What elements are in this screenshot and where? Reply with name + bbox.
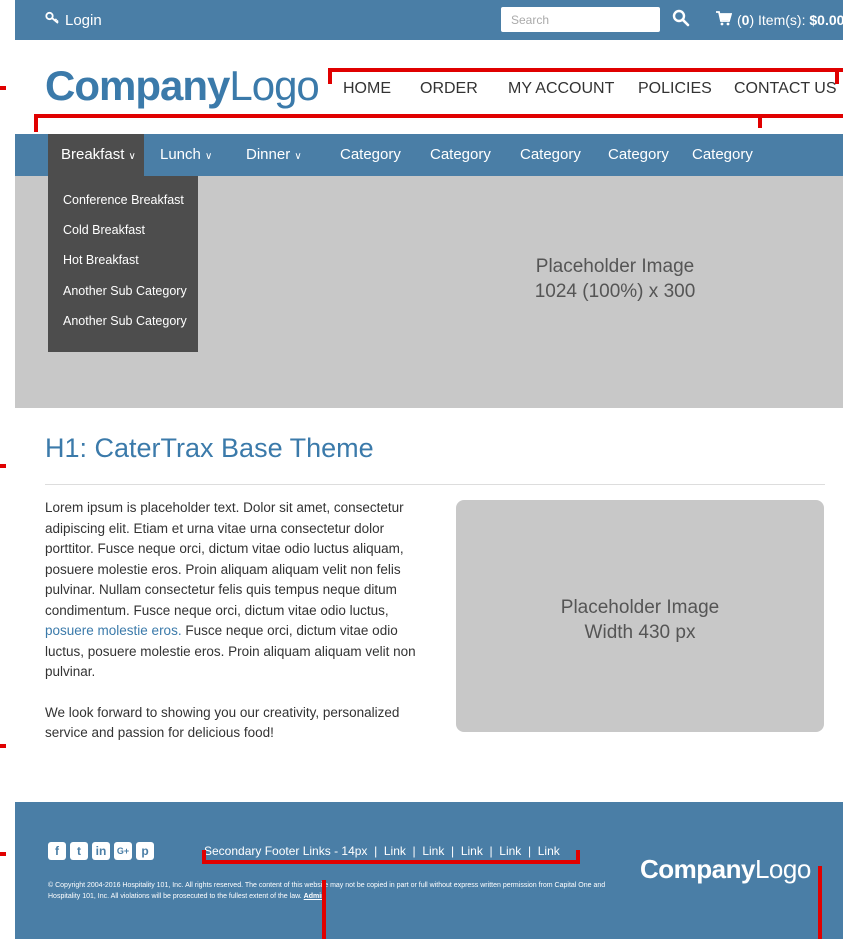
chevron-down-icon: ∨ <box>205 151 213 162</box>
dropdown-item[interactable]: Another Sub Category <box>63 314 187 328</box>
category-label: Breakfast <box>61 146 125 163</box>
facebook-icon[interactable]: f <box>48 842 66 860</box>
category-item[interactable]: Category <box>520 146 581 163</box>
category-item[interactable]: Category <box>608 146 669 163</box>
hero-line-2: 1024 (100%) x 300 <box>534 281 696 302</box>
twitter-icon[interactable]: t <box>70 842 88 860</box>
category-breakfast[interactable]: Breakfast ∨ <box>61 146 136 163</box>
body-text: Lorem ipsum is placeholder text. Dolor s… <box>45 498 435 744</box>
annotation-edge-mark <box>0 852 6 856</box>
cart-count: 0 <box>741 12 750 28</box>
footer-link[interactable]: Link <box>384 844 406 858</box>
footer: f t in G+ p Secondary Footer Links - 14p… <box>15 802 843 939</box>
login-label: Login <box>65 11 102 29</box>
cart-link[interactable]: (0) Item(s): $0.00 <box>715 11 843 29</box>
annotation-bracket-bottom-mid-tick <box>758 114 762 128</box>
content-placeholder-text: Placeholder Image Width 430 px <box>456 595 824 645</box>
annotation-bracket-bottom <box>34 114 843 118</box>
dropdown-item[interactable]: Another Sub Category <box>63 284 187 298</box>
chevron-down-icon: ∨ <box>128 151 136 162</box>
login-link[interactable]: Login <box>45 11 102 29</box>
secondary-footer-links: Secondary Footer Links - 14px | Link | L… <box>204 844 560 858</box>
search-icon[interactable] <box>672 9 692 29</box>
image-line-2: Width 430 px <box>584 622 696 643</box>
nav-item-my-account[interactable]: MY ACCOUNT <box>508 80 614 98</box>
key-icon <box>45 11 59 29</box>
category-item[interactable]: Category <box>340 146 401 163</box>
paragraph-1-text: Lorem ipsum is placeholder text. Dolor s… <box>45 500 404 618</box>
category-list: Breakfast ∨ Lunch ∨ Dinner ∨ Category Ca… <box>0 134 843 176</box>
secondary-footer-label[interactable]: Secondary Footer Links - 14px <box>204 844 367 858</box>
annotation-bracket-left-tick <box>328 68 332 84</box>
footer-link[interactable]: Link <box>422 844 444 858</box>
annotation-footer-links-bracket <box>202 860 580 864</box>
copyright-body: © Copyright 2004-2016 Hospitality 101, I… <box>48 882 606 900</box>
hero-line-1: Placeholder Image <box>535 256 695 277</box>
top-bar: Login (0) Item(s): $0.00 <box>15 0 843 40</box>
pinterest-icon[interactable]: p <box>136 842 154 860</box>
dropdown-item[interactable]: Cold Breakfast <box>63 223 145 237</box>
dropdown-item[interactable]: Hot Breakfast <box>63 253 139 267</box>
google-plus-icon[interactable]: G+ <box>114 842 132 860</box>
linkedin-icon[interactable]: in <box>92 842 110 860</box>
category-item[interactable]: Category <box>430 146 491 163</box>
main-nav: HOME ORDER MY ACCOUNT POLICIES CONTACT U… <box>0 80 843 100</box>
nav-item-order[interactable]: ORDER <box>420 80 478 98</box>
dropdown-item[interactable]: Conference Breakfast <box>63 193 184 207</box>
category-label: Dinner <box>246 146 291 163</box>
footer-logo-logo-text: Logo <box>754 854 811 884</box>
category-label: Lunch <box>160 146 201 163</box>
category-lunch[interactable]: Lunch ∨ <box>160 146 212 163</box>
annotation-bracket-bottom-left-tick <box>34 114 38 132</box>
cart-icon <box>715 11 733 29</box>
social-icons: f t in G+ p <box>48 842 154 860</box>
search-input[interactable] <box>501 7 660 32</box>
category-item[interactable]: Category <box>692 146 753 163</box>
copyright-text: © Copyright 2004-2016 Hospitality 101, I… <box>48 880 608 902</box>
image-line-1: Placeholder Image <box>560 597 720 618</box>
hero-placeholder-text: Placeholder Image 1024 (100%) x 300 <box>495 254 735 304</box>
annotation-footer-links-left-tick <box>202 850 206 864</box>
footer-logo-company-text: Company <box>640 854 755 884</box>
content-placeholder-image: Placeholder Image Width 430 px <box>456 500 824 732</box>
footer-company-logo[interactable]: CompanyLogo <box>640 854 811 885</box>
chevron-down-icon: ∨ <box>294 151 302 162</box>
annotation-bracket-right-tick <box>835 68 839 84</box>
nav-item-contact-us[interactable]: CONTACT US <box>734 80 837 98</box>
annotation-bracket-top <box>328 68 843 72</box>
paragraph-2-text: We look forward to showing you our creat… <box>45 704 400 741</box>
cart-items-label: Item(s): <box>758 12 806 28</box>
nav-item-policies[interactable]: POLICIES <box>638 80 712 98</box>
divider <box>45 484 825 485</box>
annotation-edge-mark <box>0 464 6 468</box>
cart-summary: (0) Item(s): $0.00 <box>737 12 843 28</box>
footer-link[interactable]: Link <box>538 844 560 858</box>
category-dinner[interactable]: Dinner ∨ <box>246 146 302 163</box>
page-title: H1: CaterTrax Base Theme <box>45 433 374 463</box>
footer-link[interactable]: Link <box>461 844 483 858</box>
footer-link[interactable]: Link <box>499 844 521 858</box>
annotation-footer-vertical-line <box>322 880 326 939</box>
annotation-footer-logo-line <box>818 866 822 939</box>
annotation-footer-links-right-tick <box>576 850 580 864</box>
cart-total: $0.00 <box>809 12 843 28</box>
nav-item-home[interactable]: HOME <box>343 80 391 98</box>
annotation-edge-mark <box>0 86 6 90</box>
annotation-edge-mark <box>0 744 6 748</box>
inline-link[interactable]: posuere molestie eros. <box>45 623 182 638</box>
breakfast-dropdown-menu: Conference Breakfast Cold Breakfast Hot … <box>48 176 198 352</box>
